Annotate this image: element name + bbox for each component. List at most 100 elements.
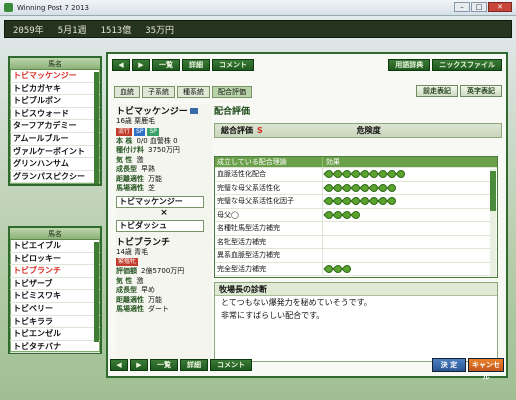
stat-row: 成長型 早熟 (116, 165, 212, 175)
table-row[interactable]: 完璧な母父系活性化 (215, 181, 497, 195)
sire-info: 16歳 栗鹿毛 (116, 117, 156, 125)
english-button[interactable]: 英字表記 (460, 85, 502, 97)
clover-icon (386, 195, 398, 207)
dam-info: 14歳 青毛 (116, 247, 149, 256)
list-item[interactable]: トビスウォード (10, 108, 100, 121)
sire-stats: 本 株 0/0 血警株 0 種付け料 3750万円気 性激成長型 早熟 距離適性 万能 馬場適… (116, 137, 212, 194)
stat-label: 馬場適性 (116, 184, 144, 192)
stallion-list-panel: 馬名 トビマッケンジー トビカガヤキ トビブルボン トビスウォード ターフアカデミー アム… (8, 56, 102, 186)
diagnosis-line-1: とてつもない爆発力を秘めていそうです。 (221, 298, 372, 307)
back-button[interactable]: ◀ (112, 59, 130, 71)
col-theory: 成立している配合理論 (215, 157, 323, 167)
top-right-toolbar: 用語辞典 ニックスファイル (388, 58, 502, 72)
list-item[interactable]: アムールブルー (10, 133, 100, 146)
tab-pedigree[interactable]: 血統 (114, 86, 140, 98)
table-row[interactable]: 名種牡馬型活力補完 (215, 222, 497, 236)
list-item[interactable]: トビマッケンジー (10, 70, 100, 83)
list-item[interactable]: トビザーブ (10, 278, 100, 291)
table-row[interactable]: 異系血脈型活力補完 (215, 249, 497, 263)
list-item[interactable]: トビエンゼル (10, 328, 100, 341)
sire-badge: 流行 (116, 127, 133, 136)
tab-sire-line[interactable]: 種系統 (177, 86, 210, 98)
minimize-button[interactable]: – (454, 2, 470, 12)
effect-clovers (323, 222, 497, 235)
risk-label: 危険度 (356, 126, 381, 135)
list-button[interactable]: 一覧 (152, 59, 180, 71)
table-row[interactable]: 名牝型活力補完 (215, 235, 497, 249)
list-item[interactable]: トビカガヤキ (10, 83, 100, 96)
stat-value: 0/0 血警株 0 (136, 136, 178, 145)
table-row[interactable]: 血脈活性化配合 (215, 168, 497, 182)
nicks-file-button[interactable]: ニックスファイル (432, 59, 502, 71)
list-item[interactable]: トビエイブル (10, 240, 100, 253)
list-item[interactable]: グランパスピクシー (10, 171, 100, 184)
comment-button[interactable]: コメント (212, 59, 254, 71)
dictionary-button[interactable]: 用語辞典 (388, 59, 431, 71)
bottom-comment-button[interactable]: コメント (210, 359, 252, 371)
money-text: 1513億 (100, 25, 132, 36)
stat-value: 芝 (148, 184, 155, 192)
tab-breeding-eval[interactable]: 配合評価 (212, 86, 252, 98)
list-item[interactable]: ターフアカデミー (10, 120, 100, 133)
bottom-list-button[interactable]: 一覧 (150, 359, 178, 371)
bottom-forward-button[interactable]: ▶ (130, 359, 148, 371)
list-item[interactable]: トビベリー (10, 303, 100, 316)
sire-selector[interactable]: トビマッケンジー (116, 195, 204, 208)
horse-info-panel: トビマッケンジー 16歳 栗鹿毛 流行 SP SP 本 株 0/0 血警株 0 種付け料… (116, 104, 212, 368)
table-row[interactable]: 完璧な母父系活性化因子 (215, 195, 497, 209)
stat-label: 種付け料 (116, 146, 144, 154)
table-row[interactable]: 母父◯ (215, 208, 497, 222)
bottom-back-button[interactable]: ◀ (110, 359, 128, 371)
clover-icon (350, 209, 362, 221)
close-button[interactable]: ✕ (488, 2, 512, 12)
stat-label: 評価額 (116, 267, 137, 275)
stat-value: 早め (141, 286, 155, 294)
dam-badge: 繁殖牝 (116, 258, 139, 266)
mare-list-header: 馬名 (10, 228, 100, 240)
confirm-button[interactable]: 決 定 (432, 358, 466, 372)
cancel-button[interactable]: キャンセル (468, 358, 504, 381)
bottom-toolbar: ◀ ▶ 一覧 詳細 コメント 決 定 キャンセル (106, 358, 508, 381)
mare-list-scrollbar[interactable] (94, 242, 99, 342)
forward-button[interactable]: ▶ (132, 59, 150, 71)
stallion-list: トビマッケンジー トビカガヤキ トビブルボン トビスウォード ターフアカデミー アムールブ… (10, 70, 100, 184)
list-item[interactable]: トビブルボン (10, 95, 100, 108)
tab-child-line[interactable]: 子系統 (142, 86, 175, 98)
stat-row: 馬場適性 ダート (116, 305, 212, 315)
app-icon (4, 3, 13, 12)
theory-scrollbar[interactable] (490, 169, 496, 277)
list-item[interactable]: トビキララ (10, 316, 100, 329)
stat-label: 気 性 (116, 155, 133, 164)
effect-clovers (323, 195, 497, 208)
effect-clovers (323, 182, 497, 195)
breeding-main-panel: ◀ ▶ 一覧 詳細 コメント 用語辞典 ニックスファイル 血統 子系統 種系統 … (106, 52, 508, 378)
stat-label: 成長型 (116, 165, 137, 173)
maximize-button[interactable]: □ (471, 2, 487, 12)
list-item[interactable]: ヴァルケーポイント (10, 146, 100, 159)
stat-row: 気 性激 (116, 277, 212, 287)
stat-row: 距離適性 万能 (116, 175, 212, 185)
total-label: 総合評価 (221, 126, 253, 135)
theory-name: 異系血脈型活力補完 (215, 249, 323, 262)
list-item[interactable]: トビタチバナ (10, 341, 100, 354)
prev-eval-button[interactable]: 前走表記 (416, 85, 458, 97)
dam-selector[interactable]: トビダッシュ (116, 219, 204, 232)
theory-name: 血脈活性化配合 (215, 168, 323, 181)
effect-clovers (323, 168, 497, 181)
detail-button[interactable]: 詳細 (182, 59, 210, 71)
list-item[interactable]: グリンハンサム (10, 158, 100, 171)
table-row[interactable]: 完全型活力補完 (215, 262, 497, 276)
stat-value: ダート (148, 305, 169, 313)
list-item[interactable]: トビブランチ (10, 265, 100, 278)
effect-clovers (323, 209, 497, 222)
list-item[interactable]: トビロッキー (10, 253, 100, 266)
stat-value: 激 (136, 276, 144, 285)
top-toolbar: ◀ ▶ 一覧 詳細 コメント (112, 58, 254, 72)
stallion-list-scrollbar[interactable] (94, 72, 99, 184)
diagnosis-line-2: 非常にすばらしい配合です。 (221, 311, 325, 320)
bottom-detail-button[interactable]: 詳細 (180, 359, 208, 371)
stat-value: 万能 (148, 174, 162, 183)
list-item[interactable]: トビミスワキ (10, 290, 100, 303)
dam-name: トビブランチ (116, 237, 171, 248)
sire-badge: SP (134, 127, 146, 136)
